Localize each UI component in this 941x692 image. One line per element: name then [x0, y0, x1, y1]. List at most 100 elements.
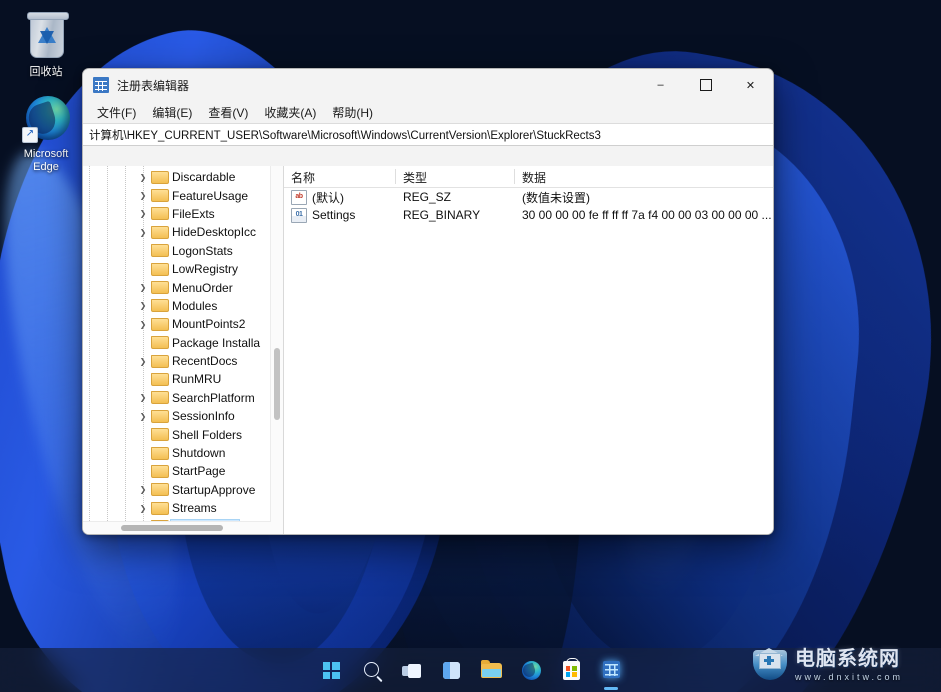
- folder-icon: [151, 446, 169, 460]
- start-button[interactable]: [317, 656, 345, 684]
- tree-node-label: SessionInfo: [172, 409, 235, 424]
- registry-editor-window[interactable]: 注册表编辑器 – ✕ 文件(F) 编辑(E) 查看(V) 收藏夹(A) 帮助(H…: [82, 68, 774, 535]
- value-name: (默认): [312, 190, 344, 205]
- tree-node-label: Shutdown: [172, 446, 226, 461]
- close-button[interactable]: ✕: [728, 69, 773, 101]
- tree-node[interactable]: RunMRU: [83, 370, 283, 388]
- tree-node-label: LowRegistry: [172, 262, 239, 277]
- tree-node[interactable]: ❯ HideDesktopIcc: [83, 223, 283, 241]
- taskbar-widgets-button[interactable]: [437, 656, 465, 684]
- folder-icon: [151, 409, 169, 423]
- taskbar-task-view-button[interactable]: [397, 656, 425, 684]
- chevron-right-icon[interactable]: ❯: [135, 504, 151, 513]
- chevron-right-icon[interactable]: ❯: [135, 485, 151, 494]
- tree-node[interactable]: ❯ FeatureUsage: [83, 186, 283, 204]
- tree-horizontal-scrollbar[interactable]: [83, 521, 271, 534]
- folder-icon: [151, 207, 169, 221]
- column-header-name[interactable]: 名称: [284, 166, 396, 187]
- taskbar-file-explorer-button[interactable]: [477, 656, 505, 684]
- chevron-right-icon[interactable]: ❯: [135, 173, 151, 182]
- tree-vertical-scrollbar[interactable]: [270, 166, 283, 522]
- tree-node-label: StartPage: [172, 464, 226, 479]
- tree-node[interactable]: ❯ MountPoints2: [83, 315, 283, 333]
- watermark-logo-icon: [751, 648, 789, 682]
- tree-node[interactable]: ❯ Streams: [83, 499, 283, 517]
- tree-node[interactable]: ❯ StartupApprove: [83, 481, 283, 499]
- menu-help[interactable]: 帮助(H): [324, 102, 381, 123]
- taskbar-search-button[interactable]: [357, 656, 385, 684]
- tree-node[interactable]: ❯ SearchPlatform: [83, 389, 283, 407]
- desktop-icon-recycle-bin[interactable]: 回收站: [8, 12, 84, 79]
- tree-node[interactable]: ❯ SessionInfo: [83, 407, 283, 425]
- menu-view[interactable]: 查看(V): [200, 102, 256, 123]
- tree-node-label: RunMRU: [172, 372, 222, 387]
- tree-node[interactable]: StartPage: [83, 462, 283, 480]
- scrollbar-corner: [271, 522, 283, 534]
- menu-file[interactable]: 文件(F): [89, 102, 144, 123]
- tree-node-label: FeatureUsage: [172, 188, 249, 203]
- values-list: ab (默认) REG_SZ (数值未设置) 01 Settings REG_BINARY 3…: [284, 188, 773, 224]
- column-header-data[interactable]: 数据: [515, 166, 773, 187]
- chevron-right-icon[interactable]: ❯: [135, 357, 151, 366]
- tree-node[interactable]: Shutdown: [83, 444, 283, 462]
- tree-horizontal-scroll-thumb[interactable]: [121, 525, 223, 531]
- watermark-url: www.dnxitw.com: [795, 671, 904, 682]
- chevron-right-icon[interactable]: ❯: [135, 320, 151, 329]
- taskbar-edge-button[interactable]: [517, 656, 545, 684]
- folder-icon: [151, 225, 169, 239]
- desktop-icon-microsoft-edge[interactable]: ↗ Microsoft Edge: [8, 96, 84, 174]
- folder-icon: [151, 501, 169, 515]
- folder-icon: [151, 464, 169, 478]
- folder-icon: [151, 336, 169, 350]
- tree-node[interactable]: ❯ Modules: [83, 297, 283, 315]
- chevron-right-icon[interactable]: ❯: [135, 412, 151, 421]
- taskbar-store-button[interactable]: [557, 656, 585, 684]
- value-name-cell: ab (默认): [284, 189, 396, 206]
- tree-node[interactable]: ❯ RecentDocs: [83, 352, 283, 370]
- registry-values-pane[interactable]: 名称 类型 数据 ab (默认) REG_SZ (数值未设置) 01 Settings RE…: [284, 166, 773, 534]
- tree-node-label: LogonStats: [172, 243, 233, 258]
- tree-node[interactable]: ❯ Discardable: [83, 168, 283, 186]
- tree-node[interactable]: LogonStats: [83, 242, 283, 260]
- folder-icon: [151, 483, 169, 497]
- folder-icon: [151, 189, 169, 203]
- tree-node[interactable]: Package Installa: [83, 334, 283, 352]
- folder-icon: [151, 391, 169, 405]
- column-header-type[interactable]: 类型: [396, 166, 515, 187]
- tree-node-label: StartupApprove: [172, 482, 256, 497]
- registry-tree-pane[interactable]: ❯ Discardable ❯ FeatureUsage ❯ FileExts ❯ HideD…: [83, 166, 284, 534]
- values-column-headers: 名称 类型 数据: [284, 166, 773, 188]
- tree-node-label: RecentDocs: [172, 354, 238, 369]
- chevron-right-icon[interactable]: ❯: [135, 301, 151, 310]
- tree-node[interactable]: LowRegistry: [83, 260, 283, 278]
- minimize-button[interactable]: –: [638, 69, 683, 101]
- chevron-right-icon[interactable]: ❯: [135, 209, 151, 218]
- title-bar[interactable]: 注册表编辑器 – ✕: [83, 69, 773, 101]
- address-bar-text: 计算机\HKEY_CURRENT_USER\Software\Microsoft…: [89, 129, 601, 142]
- chevron-right-icon[interactable]: ❯: [135, 283, 151, 292]
- chevron-right-icon[interactable]: ❯: [135, 393, 151, 402]
- tree-node[interactable]: Shell Folders: [83, 425, 283, 443]
- address-bar[interactable]: 计算机\HKEY_CURRENT_USER\Software\Microsoft…: [83, 123, 773, 146]
- menu-edit[interactable]: 编辑(E): [144, 102, 200, 123]
- tree-vertical-scroll-thumb[interactable]: [274, 348, 280, 420]
- tree-node[interactable]: ❯ FileExts: [83, 205, 283, 223]
- chevron-right-icon[interactable]: ❯: [135, 191, 151, 200]
- chevron-right-icon[interactable]: ❯: [135, 228, 151, 237]
- binary-value-icon: 01: [291, 207, 307, 223]
- folder-icon: [151, 372, 169, 386]
- maximize-button[interactable]: [683, 69, 728, 101]
- edge-icon: [521, 661, 541, 680]
- windows-logo-icon: [322, 662, 340, 679]
- menu-favorites[interactable]: 收藏夹(A): [256, 102, 324, 123]
- tree-node-label: Modules: [172, 298, 218, 313]
- desktop-icon-label: 回收站: [29, 66, 63, 78]
- tree-node-label: FileExts: [172, 206, 215, 221]
- tree-node-label: MenuOrder: [172, 280, 233, 295]
- taskbar-regedit-button[interactable]: [597, 656, 625, 684]
- tree-node[interactable]: ❯ MenuOrder: [83, 278, 283, 296]
- value-row[interactable]: 01 Settings REG_BINARY 30 00 00 00 fe ff ff…: [284, 206, 773, 224]
- content-panes: ❯ Discardable ❯ FeatureUsage ❯ FileExts ❯ HideD…: [83, 166, 773, 534]
- shortcut-arrow-icon: ↗: [22, 127, 38, 143]
- value-row[interactable]: ab (默认) REG_SZ (数值未设置): [284, 188, 773, 206]
